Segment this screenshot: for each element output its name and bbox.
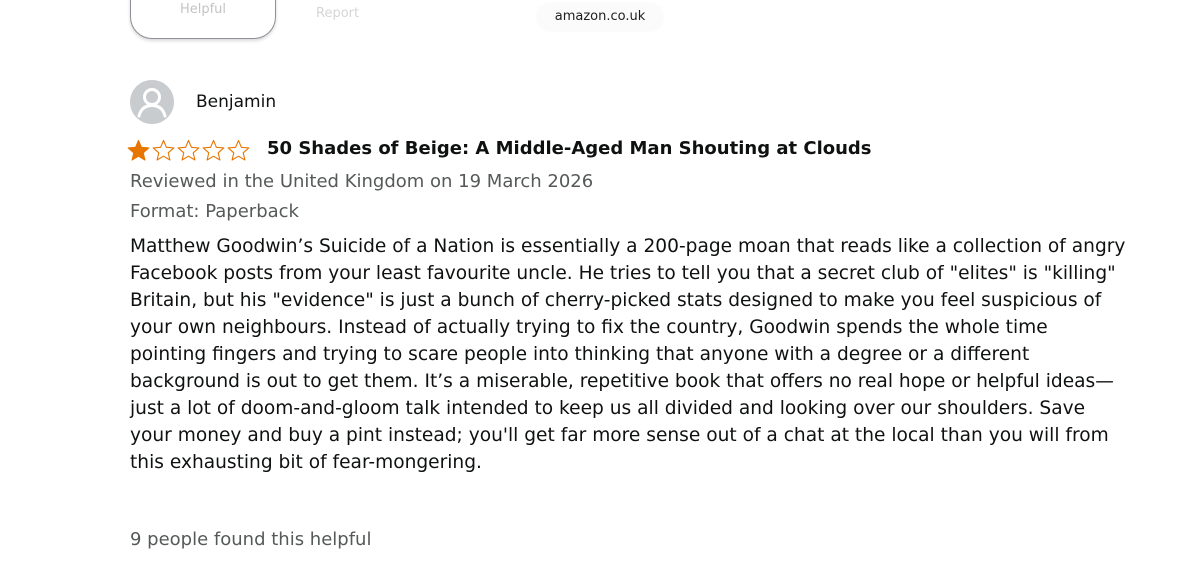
helpful-button[interactable]: Helpful <box>130 0 276 39</box>
review-page: Helpful Report amazon.co.uk Benjamin 50 … <box>0 0 1200 568</box>
review-body-line: your money and buy a pint instead; you'l… <box>130 425 1109 446</box>
avatar[interactable] <box>130 80 174 124</box>
star-empty-icon <box>202 139 225 161</box>
url-text: amazon.co.uk <box>554 9 646 24</box>
review-body: Matthew Goodwin’s Suicide of a Nation is… <box>130 233 1185 476</box>
star-empty-icon <box>152 139 175 161</box>
helpful-count: 9 people found this helpful <box>130 529 372 550</box>
review-body-line: Britain, but his "evidence" is just a bu… <box>130 290 1102 311</box>
star-empty-icon <box>177 139 200 161</box>
star-empty-icon <box>227 139 250 161</box>
star-filled-icon <box>127 139 150 161</box>
review-body-line: Matthew Goodwin’s Suicide of a Nation is… <box>130 236 1126 257</box>
review-body-line: this exhausting bit of fear-mongering. <box>130 452 482 473</box>
review-body-line: pointing fingers and trying to scare peo… <box>130 344 1030 365</box>
default-user-icon <box>130 80 174 124</box>
review-body-line: Facebook posts from your least favourite… <box>130 263 1116 284</box>
review-title[interactable]: 50 Shades of Beige: A Middle-Aged Man Sh… <box>267 138 872 159</box>
review-actions-faded: Helpful Report <box>130 0 430 40</box>
reviewer-name[interactable]: Benjamin <box>196 92 276 112</box>
report-link[interactable]: Report <box>316 6 359 21</box>
url-bar[interactable]: amazon.co.uk <box>536 2 664 32</box>
review-body-line: background is out to get them. It’s a mi… <box>130 371 1114 392</box>
review-date: Reviewed in the United Kingdom on 19 Mar… <box>130 171 594 192</box>
review-body-line: your own neighbours. Instead of actually… <box>130 317 1048 338</box>
review-format[interactable]: Format: Paperback <box>130 201 299 222</box>
star-rating[interactable] <box>126 139 251 161</box>
helpful-button-label: Helpful <box>179 2 227 17</box>
review-body-line: just a lot of doom-and-gloom talk intend… <box>130 398 1086 419</box>
